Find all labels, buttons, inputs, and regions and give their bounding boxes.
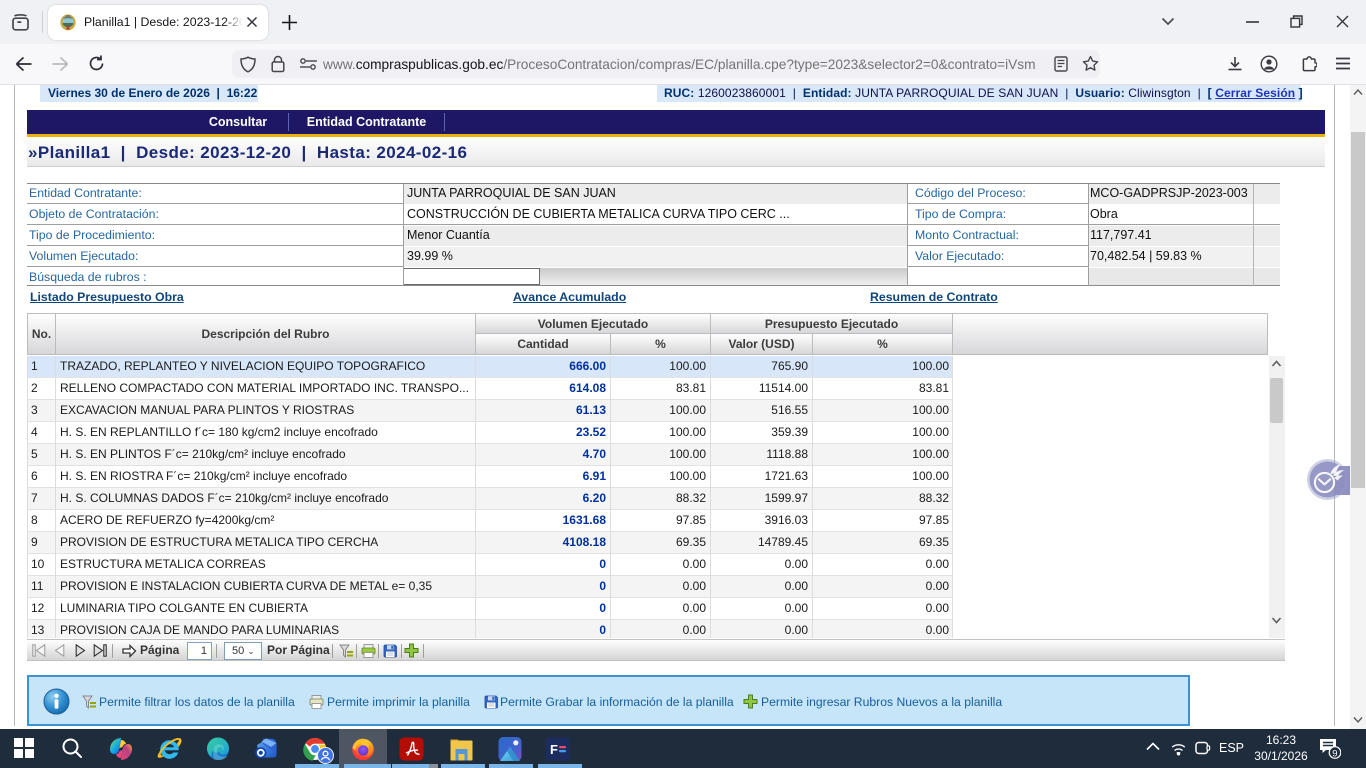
svg-text:F: F [550, 742, 558, 757]
svg-text:9: 9 [1332, 748, 1337, 759]
